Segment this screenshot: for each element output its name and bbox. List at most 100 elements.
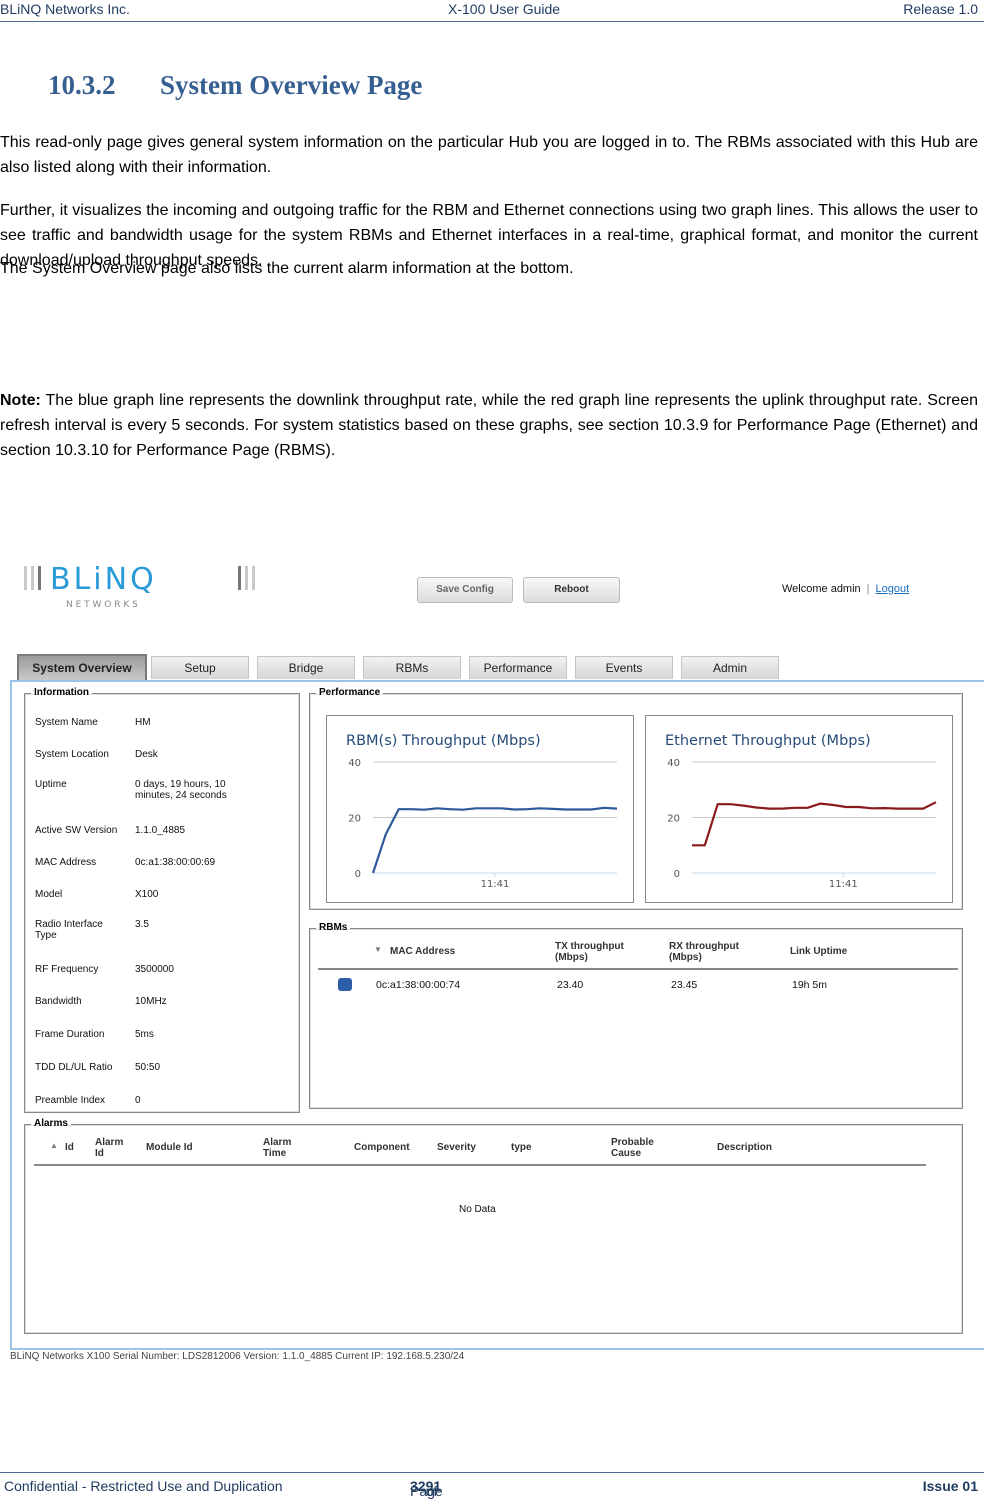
info-key: RF Frequency [35,964,99,975]
col-tx-throughput[interactable]: TX throughput (Mbps) [555,941,645,963]
sort-desc-icon[interactable]: ▼ [374,945,382,954]
footer-page: Page 32 of 91 [410,1478,443,1499]
performance-legend: Performance [319,687,381,698]
col-component[interactable]: Component [354,1142,410,1153]
save-config-button[interactable]: Save Config [417,577,513,603]
rbm-throughput-svg: RBM(s) Throughput (Mbps) 0 20 40 11:41 [346,733,618,890]
header-release: Release 1.0 [903,1,978,17]
tab-system-overview[interactable]: System Overview [17,654,147,682]
welcome-text: Welcome admin [782,583,861,595]
information-panel: Information System Name HM System Location… [24,687,300,1113]
ethernet-throughput-chart: Ethernet Throughput (Mbps) 0 20 40 11:41 [645,715,953,903]
info-value: Desk [135,749,158,760]
reboot-button[interactable]: Reboot [523,577,620,603]
info-key: System Name [35,717,98,728]
blinq-logo-icon: BLiNQ N E T W O R K S [22,560,262,612]
info-key: Frame Duration [35,1029,105,1040]
tab-rbms[interactable]: RBMs [363,656,461,679]
info-key: Bandwidth [35,996,82,1007]
info-value: 10MHz [135,996,167,1007]
welcome-area: Welcome admin | Logout [782,583,909,595]
paragraph-intro: This read-only page gives general system… [0,134,978,176]
rbms-legend: RBMs [319,922,348,933]
tab-admin[interactable]: Admin [681,656,779,679]
rbm-color-swatch [338,978,352,991]
tab-setup[interactable]: Setup [151,656,249,679]
rbm-tx: 23.40 [557,979,584,991]
col-description[interactable]: Description [717,1142,772,1153]
y-tick-label: 20 [348,814,361,825]
section-title: System Overview Page [160,70,423,100]
rbm-mac: 0c:a1:38:00:00:74 [376,979,461,991]
note-text: The blue graph line represents the downl… [0,392,978,459]
col-probable-cause[interactable]: Probable Cause [611,1137,663,1159]
info-key: Active SW Version [35,825,118,836]
document-footer: Confidential - Restricted Use and Duplic… [0,1472,984,1499]
alarms-panel: Alarms ▲ Id Alarm Id Module Id Alarm Tim… [24,1118,963,1334]
info-value: 5ms [135,1029,154,1040]
x-tick-label: 11:41 [829,879,858,890]
info-value: HM [135,717,151,728]
y-tick-label: 0 [355,869,361,880]
svg-text:N E T W O R K S: N E T W O R K S [66,600,138,610]
y-tick-label: 0 [674,869,680,880]
col-id[interactable]: Id [65,1142,74,1153]
col-alarm-id[interactable]: Alarm Id [95,1137,131,1159]
tab-events[interactable]: Events [575,656,673,679]
info-value: 1.1.0_4885 [135,825,186,836]
logout-link[interactable]: Logout [876,583,910,595]
col-severity[interactable]: Severity [437,1142,476,1153]
info-value: X100 [135,889,159,900]
info-value: 3.5 [135,919,149,930]
section-number: 10.3.2 [48,70,116,100]
rbms-header-rule [318,968,958,970]
header-doc-title: X-100 User Guide [448,1,561,17]
content-frame: Information System Name HM System Location… [10,680,984,1350]
sort-asc-icon[interactable]: ▲ [50,1141,58,1150]
col-type[interactable]: type [511,1142,532,1153]
performance-panel: Performance RBM(s) Throughput (Mbps) 0 20 4… [309,687,963,910]
tab-bridge[interactable]: Bridge [257,656,355,679]
ethernet-throughput-svg: Ethernet Throughput (Mbps) 0 20 40 11:41 [665,733,937,890]
info-value: 0 [135,1095,141,1106]
info-key: TDD DL/UL Ratio [35,1062,113,1073]
alarms-legend: Alarms [34,1118,68,1129]
tab-performance[interactable]: Performance [469,656,567,679]
info-key: MAC Address [35,857,97,868]
col-rx-throughput[interactable]: RX throughput (Mbps) [669,941,759,963]
alarms-header-rule [34,1164,926,1166]
y-tick-label: 40 [348,758,361,769]
col-alarm-time[interactable]: Alarm Time [263,1137,303,1159]
info-value: 0c:a1:38:00:00:69 [135,857,216,868]
col-mac-address[interactable]: MAC Address [390,946,455,957]
y-tick-label: 20 [667,814,680,825]
rbm-uptime: 19h 5m [792,979,828,991]
info-key: Preamble Index [35,1095,106,1106]
rbm-rx: 23.45 [671,979,698,991]
separator: | [866,583,870,595]
ui-screenshot: BLiNQ N E T W O R K S Save Config Reboot… [0,548,984,1368]
col-link-uptime[interactable]: Link Uptime [790,946,847,957]
page-of: of [425,1483,438,1499]
series-line-uplink [692,801,937,847]
footer-confidential: Confidential - Restricted Use and Duplic… [4,1478,283,1494]
note-label: Note: [0,392,41,409]
info-key: System Location [35,749,109,760]
rbms-panel: RBMs ▼ MAC Address TX throughput (Mbps) … [309,922,963,1109]
document-header: BLiNQ Networks Inc. X-100 User Guide Rel… [0,0,984,22]
info-value: 0 days, 19 hours, 10 minutes, 24 seconds [135,779,227,801]
footer-issue: Issue 01 [922,1478,978,1494]
chart-title: RBM(s) Throughput (Mbps) [346,733,541,749]
chart-title: Ethernet Throughput (Mbps) [665,733,871,749]
y-tick-label: 40 [667,758,680,769]
rbm-throughput-chart: RBM(s) Throughput (Mbps) 0 20 40 11:41 [326,715,634,903]
alarms-empty-message: No Data [459,1204,496,1215]
paragraph-note: Note: The blue graph line represents the… [0,388,978,463]
section-heading: 10.3.2 System Overview Page [48,70,422,101]
status-bar: BLiNQ Networks X100 Serial Number: LDS28… [10,1351,465,1362]
info-value: 3500000 [135,964,174,975]
info-value: 50:50 [135,1062,161,1073]
info-key: Model [35,889,63,900]
information-legend: Information [34,687,89,698]
col-module-id[interactable]: Module Id [146,1142,193,1153]
